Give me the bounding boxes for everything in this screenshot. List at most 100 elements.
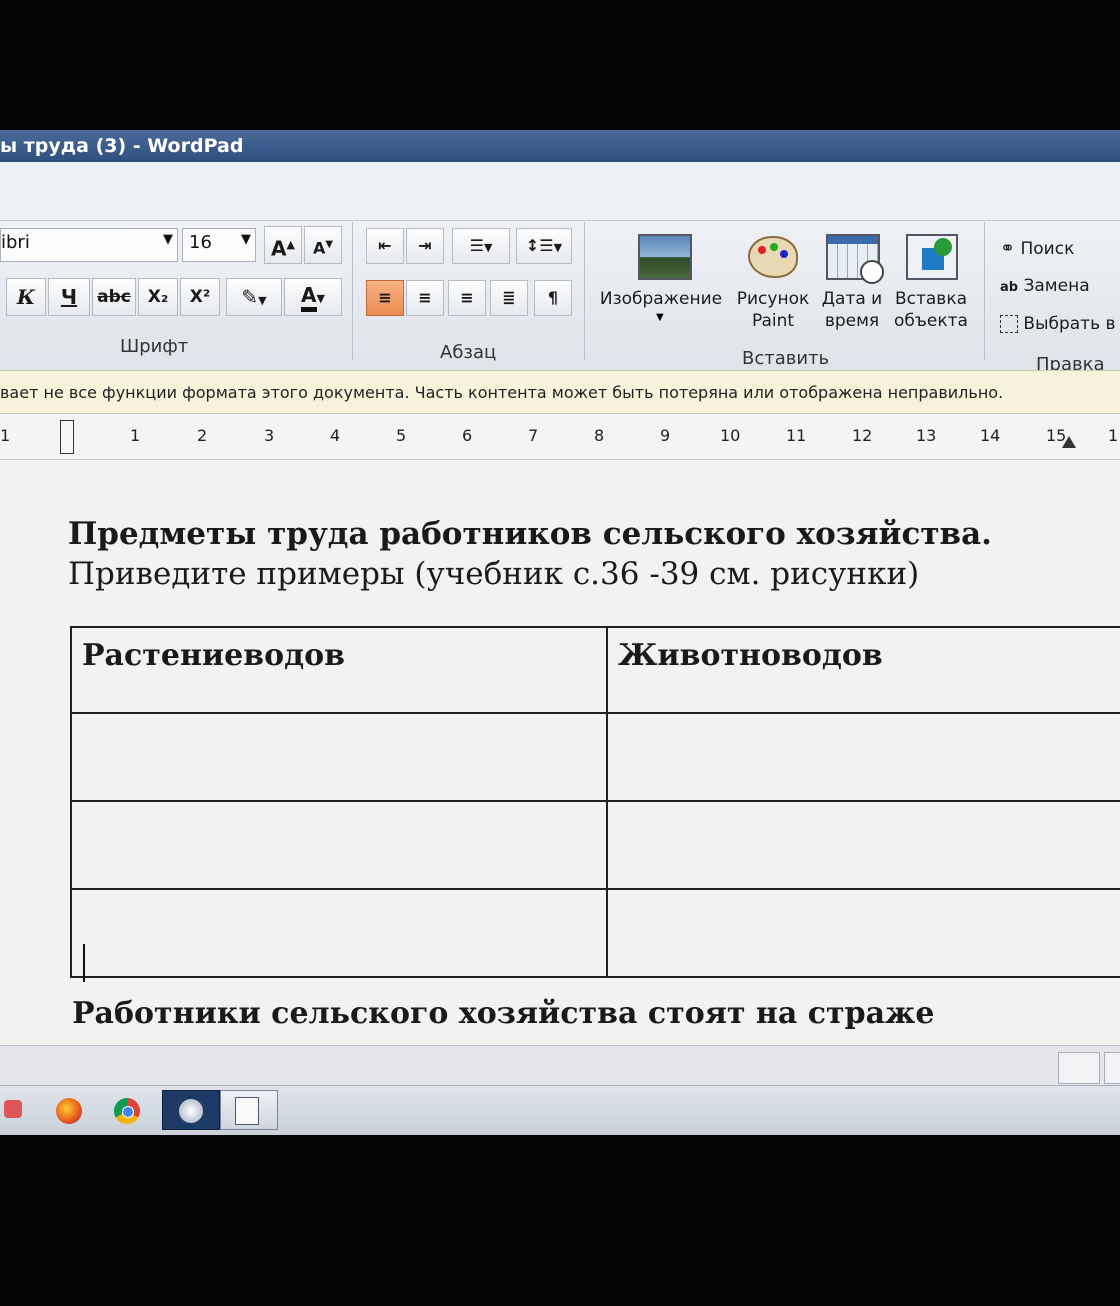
ruler-number: 5	[396, 426, 407, 445]
right-indent-marker[interactable]	[1062, 436, 1076, 448]
ruler-number: 11	[786, 426, 807, 445]
insert-image-button[interactable]: Изображение ▼	[592, 226, 730, 334]
ruler-number: 1	[0, 426, 11, 445]
table-header-row: Растениеводов Животноводов	[70, 626, 1120, 714]
paragraph-button[interactable]: ¶	[534, 280, 572, 316]
chevron-down-icon[interactable]: ▼	[163, 232, 173, 247]
insert-datetime-button[interactable]: Дата и время	[816, 226, 888, 334]
wordpad-window: ы труда (3) - WordPad ibri ▼ 16 ▼ A▲ A▼ …	[0, 130, 1120, 1135]
ruler[interactable]: 1 1 2 3 4 5 6 7 8 9 10 11 12 13 14 15 1	[0, 414, 1120, 460]
insert-paint-drawing-button[interactable]: Рисунок Paint	[734, 226, 812, 334]
align-right-button[interactable]: ≡	[448, 280, 486, 316]
align-center-icon: ≡	[418, 288, 432, 307]
taskbar-wordpad[interactable]	[220, 1090, 278, 1130]
chevron-down-icon[interactable]: ▼	[554, 241, 562, 254]
table-header-cell[interactable]: Животноводов	[606, 626, 1120, 714]
underline-icon: Ч	[60, 285, 78, 309]
select-all-button[interactable]: Выбрать в	[1000, 314, 1116, 334]
chevron-down-icon[interactable]: ▼	[258, 294, 266, 307]
align-center-button[interactable]: ≡	[406, 280, 444, 316]
chevron-down-icon[interactable]: ▼	[241, 232, 251, 247]
ruler-number: 9	[660, 426, 671, 445]
binoculars-icon: ⚭	[1000, 238, 1016, 259]
font-size-value: 16	[189, 232, 212, 253]
ribbon: ibri ▼ 16 ▼ A▲ A▼ К Ч abc X₂ X² ✎▼ A▼ Шр…	[0, 162, 1120, 375]
taskbar-chrome[interactable]	[102, 1090, 160, 1130]
increase-indent-button[interactable]: ⇥	[406, 228, 444, 264]
title-bar[interactable]: ы труда (3) - WordPad	[0, 130, 1120, 162]
outdent-icon: ⇤	[378, 236, 392, 255]
table-cell[interactable]	[606, 712, 1120, 802]
subscript-icon: X₂	[147, 287, 169, 307]
paragraph-icon: ¶	[547, 288, 559, 307]
status-bar	[0, 1045, 1120, 1086]
ruler-number: 2	[197, 426, 208, 445]
table-cell[interactable]	[70, 888, 608, 978]
font-group-label: Шрифт	[120, 336, 189, 357]
group-separator	[352, 222, 353, 360]
find-label: Поиск	[1020, 239, 1075, 259]
ruler-number: 4	[330, 426, 341, 445]
ruler-number: 14	[980, 426, 1001, 445]
bold-button[interactable]: К	[6, 278, 46, 316]
subscript-button[interactable]: X₂	[138, 278, 178, 316]
highlight-button[interactable]: ✎▼	[226, 278, 282, 316]
taskbar-firefox[interactable]	[44, 1090, 102, 1130]
ruler-number: 7	[528, 426, 539, 445]
zoom-in-button[interactable]	[1104, 1052, 1120, 1084]
bullet-list-icon: ☰	[469, 236, 484, 255]
ruler-number: 8	[594, 426, 605, 445]
shrink-font-button[interactable]: A▼	[304, 226, 342, 264]
strikethrough-icon: abc	[97, 287, 131, 307]
chevron-down-icon[interactable]: ▼	[656, 312, 664, 323]
line-spacing-button[interactable]: ↕☰▼	[516, 228, 572, 264]
table-cell[interactable]	[606, 800, 1120, 890]
align-left-button[interactable]: ≡	[366, 280, 404, 316]
ruler-number: 1	[130, 426, 141, 445]
find-button[interactable]: ⚭ Поиск	[1000, 238, 1074, 259]
font-name-combobox[interactable]: ibri ▼	[0, 228, 178, 262]
select-label: Выбрать в	[1023, 314, 1116, 334]
ribbon-top-strip	[0, 162, 1120, 221]
chevron-down-icon[interactable]: ▼	[484, 241, 492, 254]
justify-button[interactable]: ≣	[490, 280, 528, 316]
replace-button[interactable]: ab Замена	[1000, 276, 1090, 296]
ruler-number: 1	[1108, 426, 1119, 445]
calendar-clock-icon	[826, 234, 884, 284]
indent-marker[interactable]	[60, 420, 74, 454]
font-color-button[interactable]: A▼	[284, 278, 342, 316]
chevron-down-icon[interactable]: ▼	[317, 292, 325, 305]
taskbar	[0, 1085, 1120, 1135]
justify-icon: ≣	[502, 288, 516, 307]
replace-label: Замена	[1023, 276, 1090, 296]
document-subheading: Приведите примеры (учебник с.36 -39 см. …	[68, 556, 920, 592]
table-cell[interactable]	[70, 800, 608, 890]
insert-object-button[interactable]: Вставка объекта	[890, 226, 972, 334]
firefox-icon	[56, 1098, 82, 1124]
table-row	[70, 888, 1120, 978]
table-cell[interactable]	[70, 712, 608, 802]
document-area[interactable]: Предметы труда работников сельского хозя…	[0, 460, 1120, 1045]
underline-button[interactable]: Ч	[48, 278, 90, 316]
chrome-icon	[114, 1098, 140, 1124]
line-spacing-icon: ↕☰	[525, 236, 554, 255]
taskbar-media-player[interactable]	[162, 1090, 220, 1130]
superscript-button[interactable]: X²	[180, 278, 220, 316]
zoom-out-button[interactable]	[1058, 1052, 1100, 1084]
ruler-number: 13	[916, 426, 937, 445]
app-icon	[4, 1100, 22, 1118]
table-cell[interactable]	[606, 888, 1120, 978]
document-paragraph: Работники сельского хозяйства стоят на с…	[72, 996, 935, 1031]
table-header-cell[interactable]: Растениеводов	[70, 626, 608, 714]
insert-paint-label: Рисунок Paint	[736, 289, 810, 331]
font-size-combobox[interactable]: 16 ▼	[182, 228, 256, 262]
grow-font-button[interactable]: A▲	[264, 226, 302, 264]
bullets-button[interactable]: ☰▼	[452, 228, 510, 264]
replace-icon: ab	[1000, 280, 1019, 295]
insert-image-label: Изображение	[599, 289, 723, 309]
decrease-indent-button[interactable]: ⇤	[366, 228, 404, 264]
taskbar-app-icon[interactable]	[0, 1090, 34, 1130]
image-icon	[638, 234, 692, 280]
compatibility-infobar: вает не все функции формата этого докуме…	[0, 370, 1120, 414]
strikethrough-button[interactable]: abc	[92, 278, 136, 316]
